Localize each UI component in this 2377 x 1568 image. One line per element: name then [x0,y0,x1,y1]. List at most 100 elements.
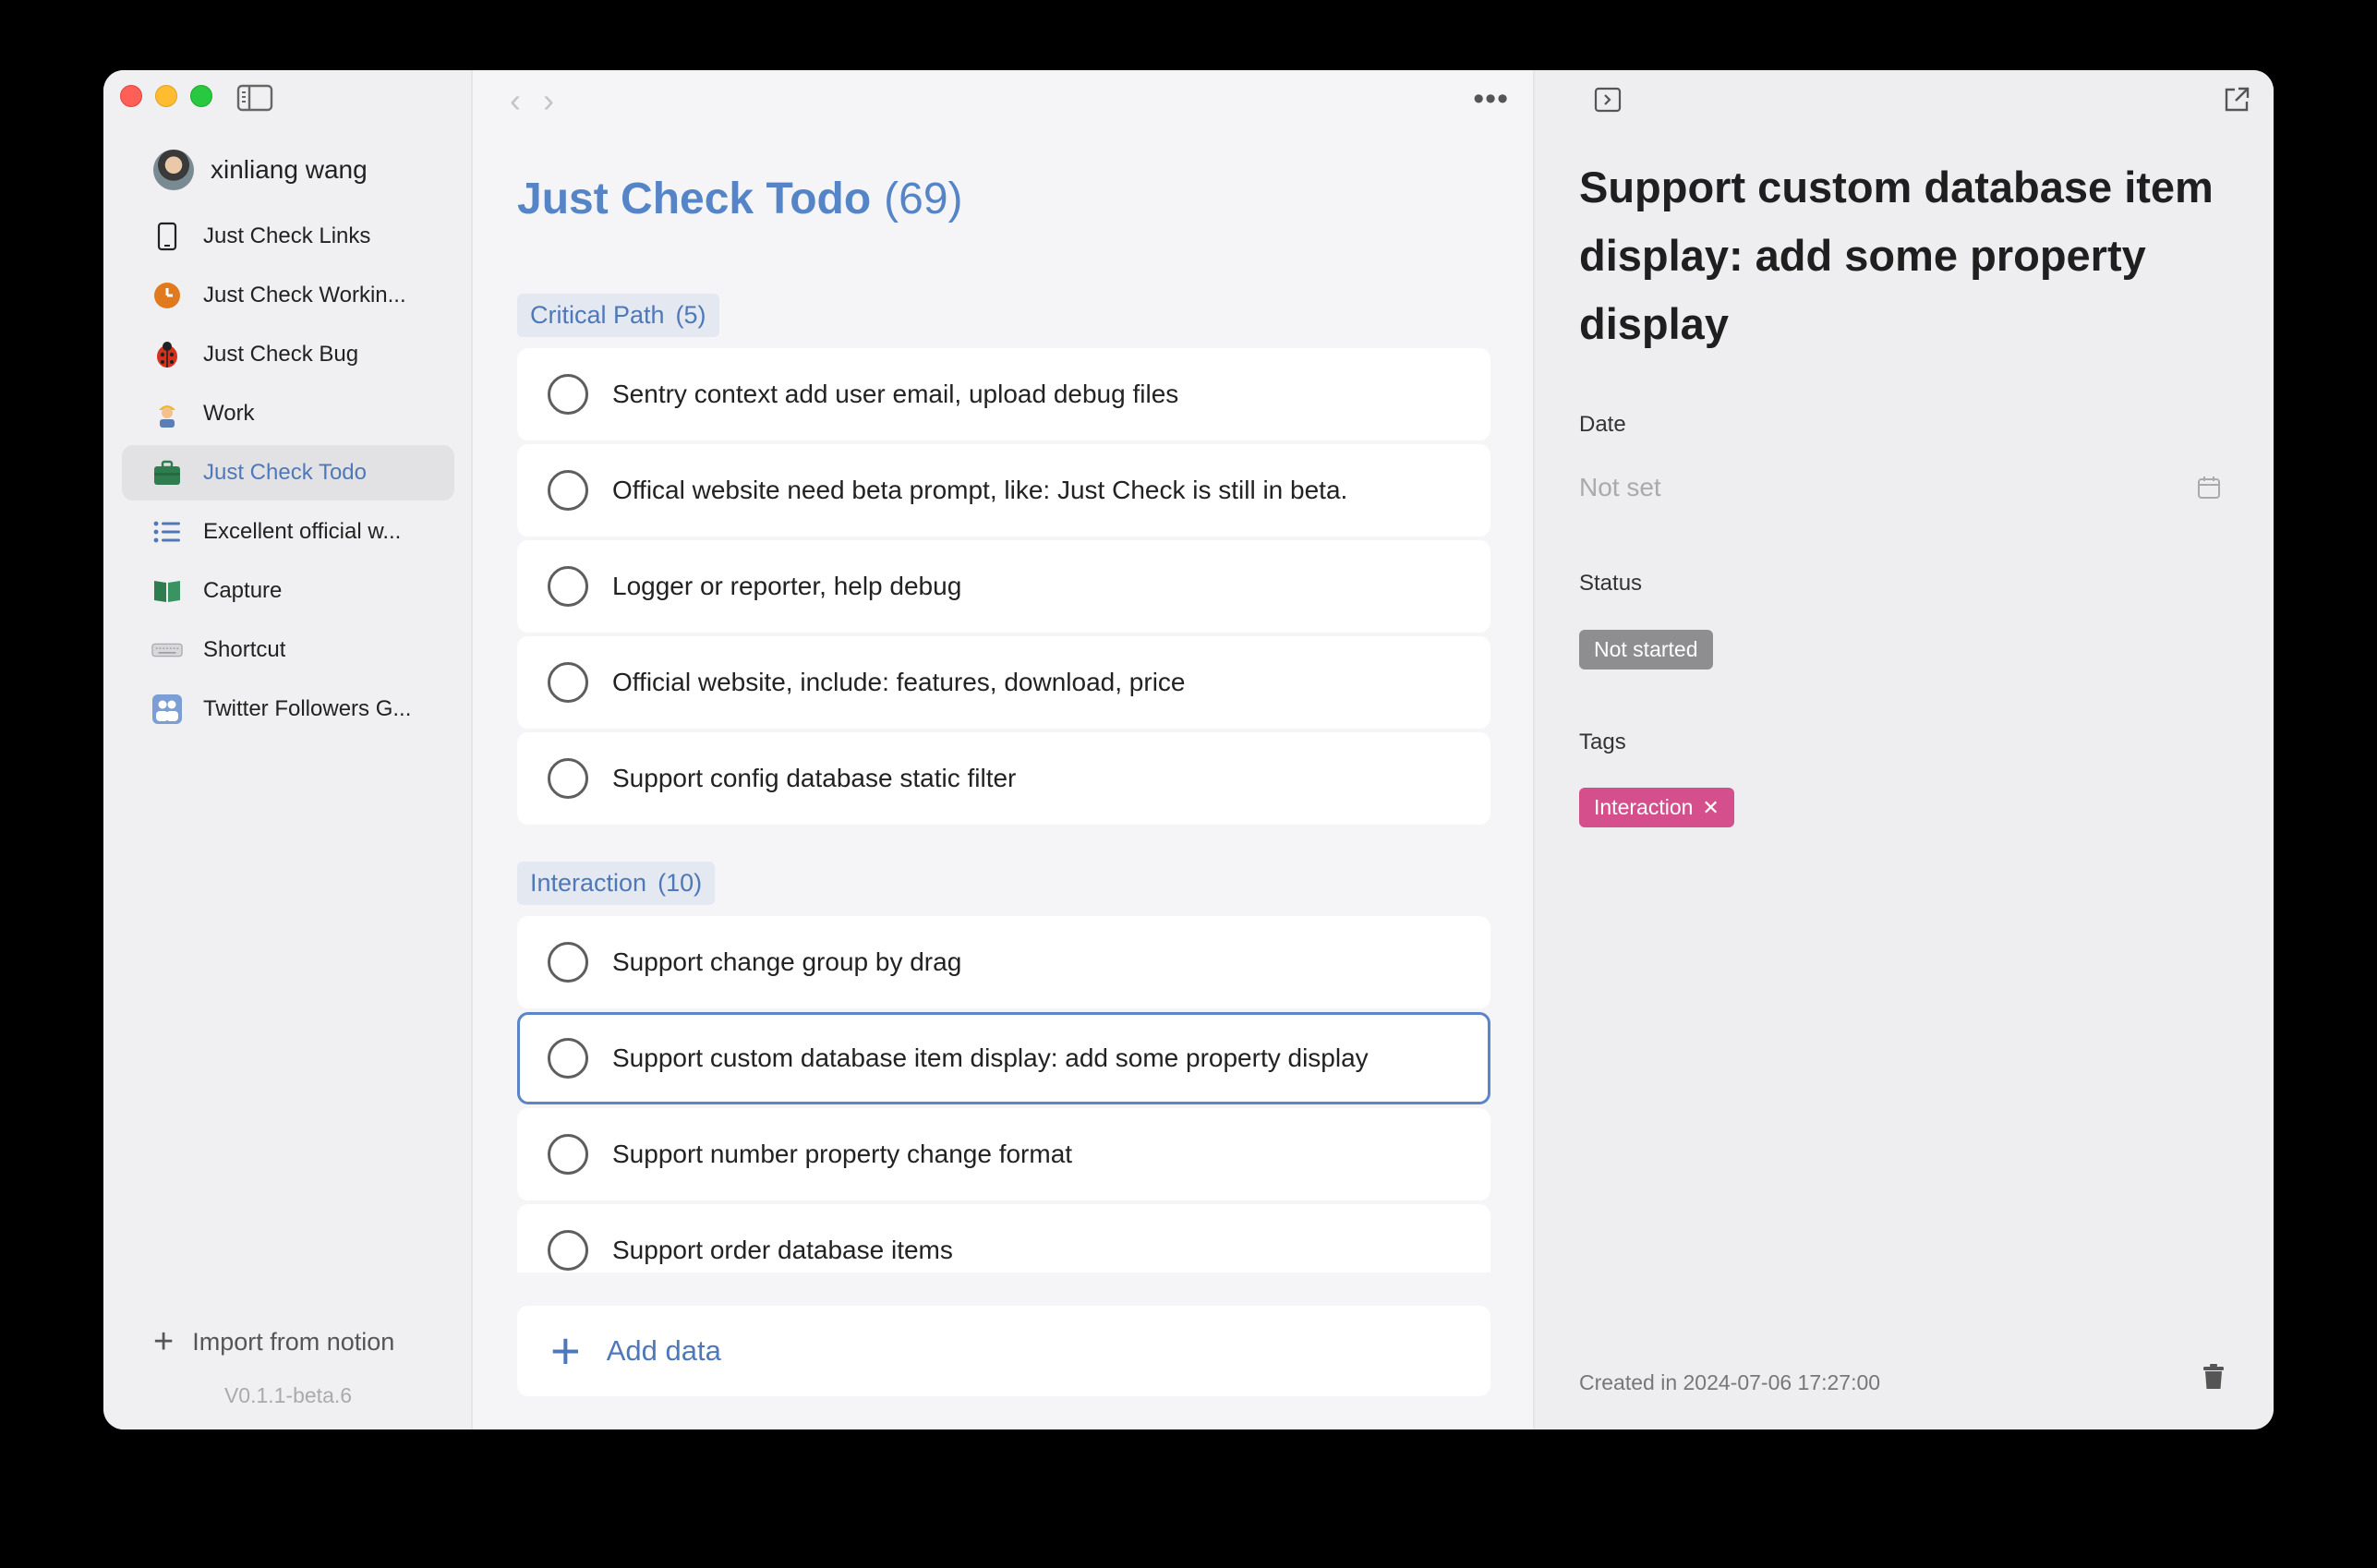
task-checkbox[interactable] [548,566,588,607]
collapse-panel-icon[interactable] [1594,87,1622,113]
task-checkbox[interactable] [548,1134,588,1175]
task-title: Offical website need beta prompt, like: … [612,476,1348,504]
sidebar-nav: Just Check Links Just Check Workin... Ju… [122,209,454,741]
tag-chip[interactable]: Interaction ✕ [1579,788,1734,827]
task-checkbox[interactable] [548,1038,588,1079]
briefcase-icon [151,457,183,488]
task-title: Support custom database item display: ad… [612,1043,1369,1072]
task-checkbox[interactable] [548,758,588,799]
group-header[interactable]: Interaction (10) [517,862,716,905]
task-title: Support change group by drag [612,947,962,976]
user-profile[interactable]: xinliang wang [153,150,368,190]
sidebar-item-work[interactable]: Work [122,386,454,441]
plus-icon: + [550,1321,581,1380]
book-icon [151,575,183,607]
sidebar: xinliang wang Just Check Links Just Chec… [103,70,473,1429]
date-label: Date [1579,412,1626,437]
window-controls [120,85,212,107]
sidebar-item-just-check-bug[interactable]: Just Check Bug [122,327,454,382]
status-badge[interactable]: Not started [1579,630,1713,669]
group-name: Interaction [530,869,647,897]
keyboard-icon [151,634,183,666]
sidebar-item-label: Just Check Workin... [203,283,406,308]
add-data-label: Add data [606,1334,721,1367]
phone-icon [151,221,183,252]
status-label: Status [1579,571,1643,596]
task-item[interactable]: Offical website need beta prompt, like: … [517,444,1490,537]
trash-icon[interactable] [2202,1363,2226,1391]
sidebar-item-label: Shortcut [203,637,286,662]
app-window: xinliang wang Just Check Links Just Chec… [103,70,2274,1429]
more-options-icon[interactable]: ••• [1473,81,1509,117]
minimize-window-button[interactable] [155,85,177,107]
add-data-button[interactable]: + Add data [517,1306,1490,1396]
tag-label: Interaction [1594,795,1694,819]
sidebar-item-twitter-followers[interactable]: Twitter Followers G... [122,681,454,737]
calendar-icon[interactable] [2196,475,2222,501]
forward-arrow-icon[interactable]: › [543,81,554,120]
task-item-selected[interactable]: Support custom database item display: ad… [517,1012,1490,1104]
task-item[interactable]: Logger or reporter, help debug [517,540,1490,633]
group-count: (10) [658,869,703,897]
task-list[interactable]: Critical Path (5) Sentry context add user… [517,294,1492,1272]
sidebar-item-just-check-working[interactable]: Just Check Workin... [122,268,454,323]
sidebar-item-just-check-links[interactable]: Just Check Links [122,209,454,264]
date-field[interactable]: Not set [1579,473,1661,502]
sidebar-item-label: Just Check Todo [203,460,367,485]
sidebar-item-label: Capture [203,578,283,603]
import-label: Import from notion [192,1327,395,1356]
task-title: Official website, include: features, dow… [612,668,1186,696]
back-arrow-icon[interactable]: ‹ [510,81,521,120]
task-item[interactable]: Support config database static filter [517,732,1490,825]
remove-tag-icon[interactable]: ✕ [1702,796,1719,820]
sidebar-item-just-check-todo[interactable]: Just Check Todo [122,445,454,501]
sidebar-item-excellent-official[interactable]: Excellent official w... [122,504,454,560]
sidebar-toggle-icon[interactable] [236,83,273,113]
task-checkbox[interactable] [548,662,588,703]
import-from-notion-button[interactable]: + Import from notion [153,1324,394,1359]
page-title-text: Just Check Todo [517,175,872,223]
task-checkbox[interactable] [548,942,588,983]
sidebar-item-label: Work [203,401,255,426]
detail-title[interactable]: Support custom database item display: ad… [1579,153,2253,358]
task-title: Logger or reporter, help debug [612,572,962,600]
sidebar-item-capture[interactable]: Capture [122,563,454,619]
sidebar-item-label: Excellent official w... [203,519,402,544]
task-group-interaction: Interaction (10) Support change group by … [517,862,1492,1272]
worker-icon [151,398,183,429]
plus-icon: + [153,1322,175,1361]
open-external-icon[interactable] [2222,85,2251,115]
task-checkbox[interactable] [548,374,588,415]
clock-icon [151,280,183,311]
task-title: Sentry context add user email, upload de… [612,380,1179,408]
task-checkbox[interactable] [548,470,588,511]
task-title: Support config database static filter [612,764,1017,792]
sidebar-item-label: Twitter Followers G... [203,696,412,721]
list-icon [151,516,183,548]
group-header[interactable]: Critical Path (5) [517,294,719,337]
tags-label: Tags [1579,730,1626,754]
detail-panel: Support custom database item display: ad… [1535,70,2274,1429]
sidebar-item-label: Just Check Links [203,223,371,248]
task-checkbox[interactable] [548,1230,588,1271]
task-title: Support number property change format [612,1140,1073,1168]
group-name: Critical Path [530,301,665,329]
ladybug-icon [151,339,183,370]
avatar [153,150,194,190]
close-window-button[interactable] [120,85,142,107]
task-item[interactable]: Sentry context add user email, upload de… [517,348,1490,440]
version-label: V0.1.1-beta.6 [223,1383,353,1407]
task-title: Support order database items [612,1236,953,1264]
zoom-window-button[interactable] [190,85,212,107]
task-item[interactable]: Official website, include: features, dow… [517,636,1490,729]
task-item[interactable]: Support order database items [517,1204,1490,1272]
group-count: (5) [675,301,706,329]
history-navigation: ‹ › [510,81,554,120]
task-item[interactable]: Support number property change format [517,1108,1490,1200]
task-group-critical-path: Critical Path (5) Sentry context add user… [517,294,1492,825]
task-item[interactable]: Support change group by drag [517,916,1490,1008]
sidebar-item-shortcut[interactable]: Shortcut [122,622,454,678]
main-panel: ‹ › ••• Just Check Todo (69) Critical Pat… [473,70,1535,1429]
page-title: Just Check Todo (69) [517,174,963,224]
user-name: xinliang wang [211,155,368,184]
